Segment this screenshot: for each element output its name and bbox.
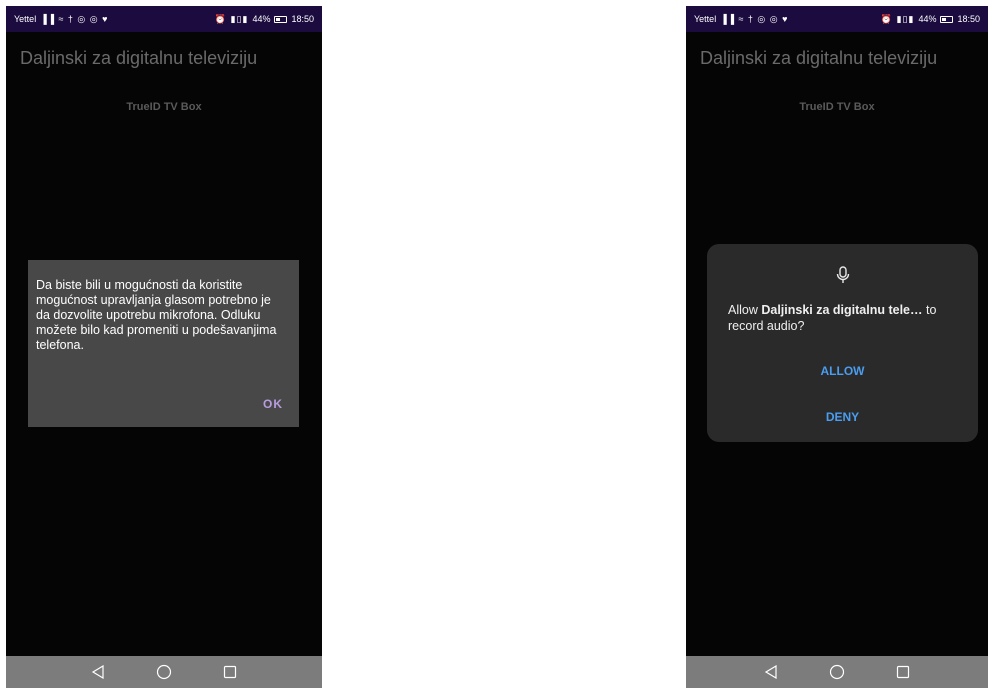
status-bar: Yettel ▐▐ ≈ † ◎ ◎ ♥ ⏰ ▮▯▮ 44% 18:50 — [686, 6, 988, 32]
back-triangle-icon[interactable] — [88, 662, 108, 682]
ok-button[interactable]: OK — [263, 397, 283, 411]
recents-square-icon[interactable] — [220, 662, 240, 682]
navigation-bar — [6, 656, 322, 688]
alarm-vibrate-icons: ⏰ ▮▯▮ — [880, 13, 915, 24]
battery-percent: 44% — [918, 14, 937, 24]
back-triangle-icon[interactable] — [761, 662, 781, 682]
battery-icon — [940, 15, 954, 23]
device-name: TrueID TV Box — [126, 101, 202, 113]
carrier-label: Yettel — [694, 14, 717, 24]
signal-wifi-notification-icons: ▐▐ ≈ † ◎ ◎ ♥ — [720, 13, 789, 24]
app-title: Daljinski za digitalnu televiziju — [20, 48, 258, 68]
deny-button[interactable]: DENY — [707, 410, 978, 424]
status-bar: Yettel ▐▐ ≈ † ◎ ◎ ♥ ⏰ ▮▯▮ 44% 18:50 — [6, 6, 322, 32]
carrier-label: Yettel — [14, 14, 37, 24]
status-bar-right: ⏰ ▮▯▮ 44% 18:50 — [881, 14, 980, 25]
app-title: Daljinski za digitalnu televiziju — [700, 48, 938, 68]
voice-control-info-dialog: Da biste bili u mogućnosti da koristite … — [28, 260, 299, 427]
phone-screen-right: Yettel ▐▐ ≈ † ◎ ◎ ♥ ⏰ ▮▯▮ 44% 18:50 Dalj… — [686, 6, 988, 688]
phone-screen-left: Yettel ▐▐ ≈ † ◎ ◎ ♥ ⏰ ▮▯▮ 44% 18:50 Dalj… — [6, 6, 322, 688]
device-name: TrueID TV Box — [799, 101, 875, 113]
clock: 18:50 — [291, 14, 314, 24]
microphone-icon — [836, 266, 850, 289]
status-bar-right: ⏰ ▮▯▮ 44% 18:50 — [215, 14, 314, 25]
home-circle-icon[interactable] — [827, 662, 847, 682]
signal-wifi-notification-icons: ▐▐ ≈ † ◎ ◎ ♥ — [40, 13, 109, 24]
permission-prefix: Allow — [728, 303, 762, 317]
permission-app-name: Daljinski za digitalnu tele… — [761, 303, 923, 317]
home-circle-icon[interactable] — [154, 662, 174, 682]
clock: 18:50 — [957, 14, 980, 24]
recents-square-icon[interactable] — [893, 662, 913, 682]
dialog-message: Da biste bili u mogućnosti da koristite … — [36, 278, 277, 352]
battery-icon — [274, 15, 288, 23]
permission-message: Allow Daljinski za digitalnu tele… to re… — [728, 302, 960, 334]
allow-button[interactable]: ALLOW — [707, 364, 978, 378]
status-bar-left: Yettel ▐▐ ≈ † ◎ ◎ ♥ — [14, 14, 108, 25]
battery-percent: 44% — [252, 14, 271, 24]
status-bar-left: Yettel ▐▐ ≈ † ◎ ◎ ♥ — [694, 14, 788, 25]
navigation-bar — [686, 656, 988, 688]
record-audio-permission-dialog: Allow Daljinski za digitalnu tele… to re… — [707, 244, 978, 442]
alarm-vibrate-icons: ⏰ ▮▯▮ — [214, 13, 249, 24]
